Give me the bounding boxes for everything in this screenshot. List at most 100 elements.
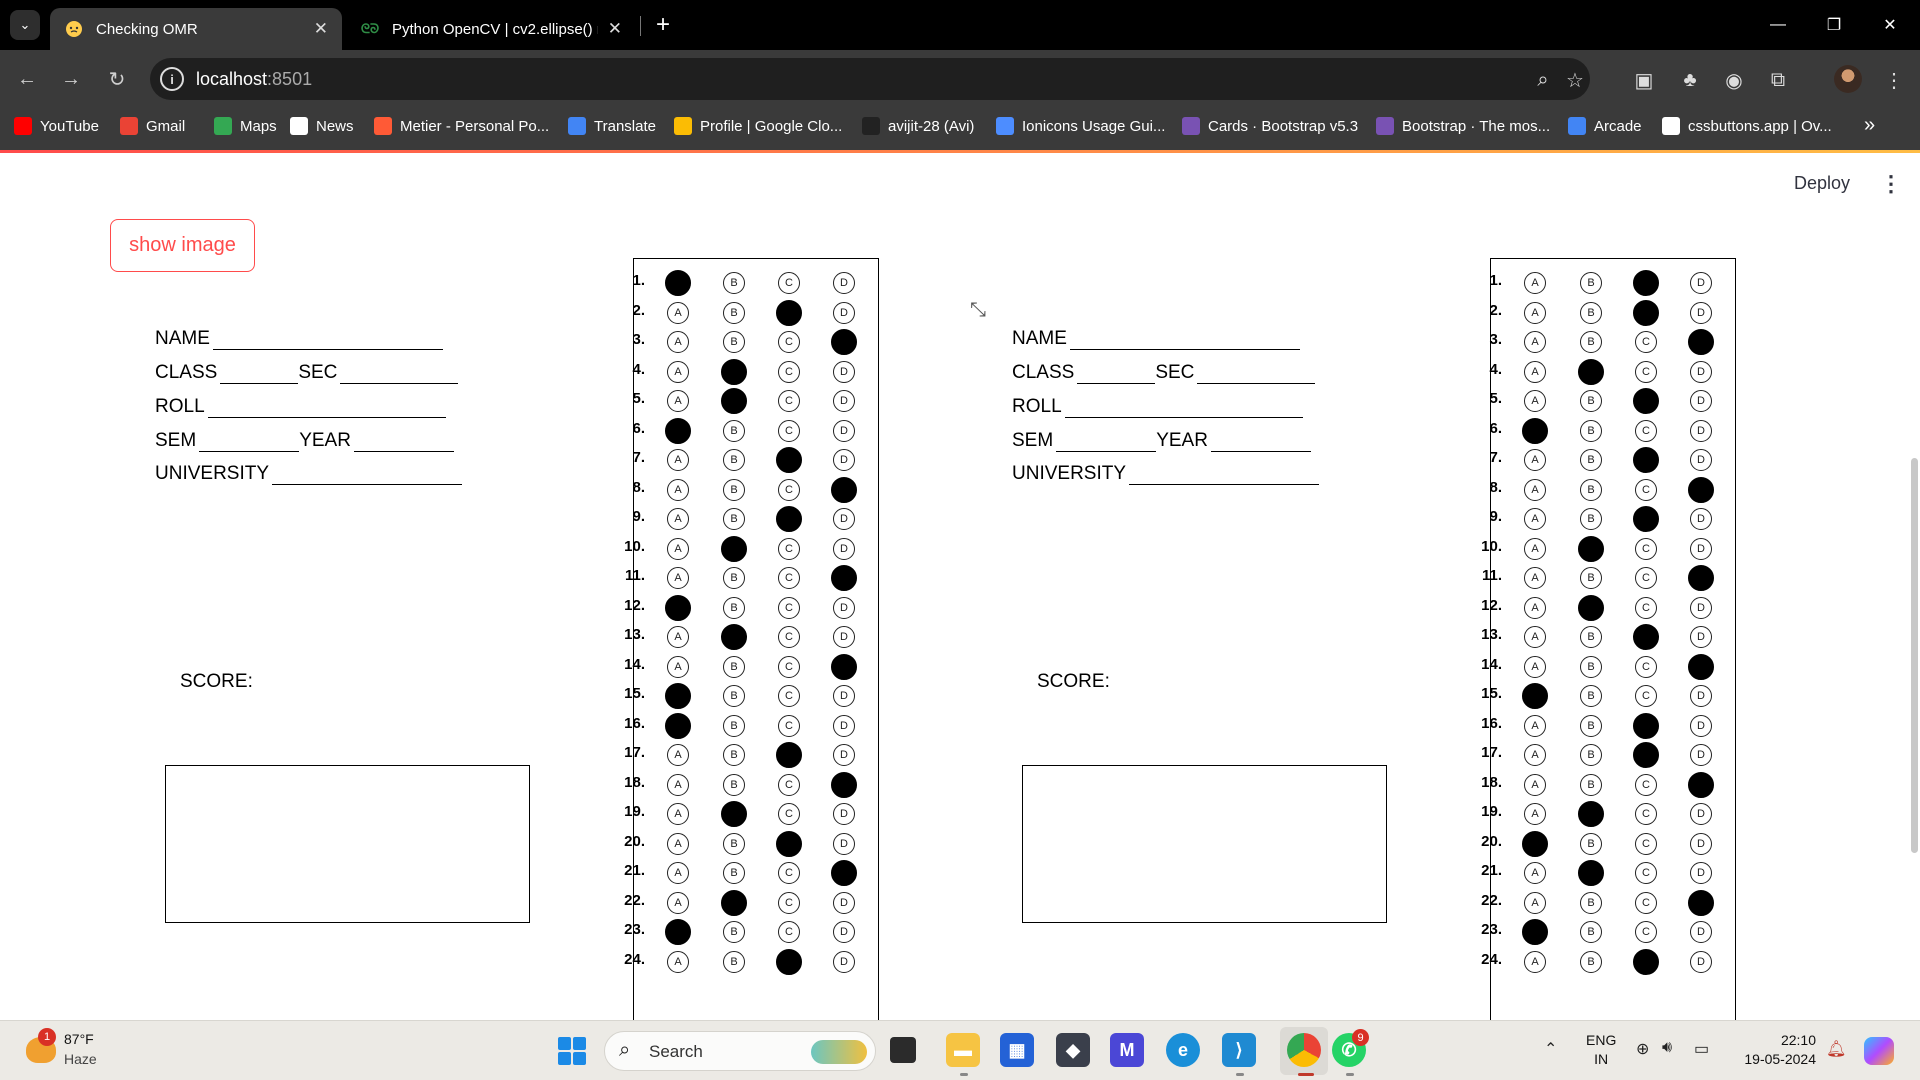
bookmark-item[interactable]: Arcade [1568, 108, 1642, 144]
gfg-icon: ᘓᘐ [360, 21, 380, 36]
bookmark-star-icon[interactable]: ☆ [1562, 67, 1588, 93]
zoom-icon[interactable]: ⌕ [1530, 67, 1556, 93]
unity-hub-icon[interactable]: ◆ [1056, 1033, 1090, 1067]
maps-icon [214, 117, 232, 135]
answer-bubble: D [833, 803, 855, 825]
close-tab-icon[interactable]: ✕ [608, 19, 622, 39]
answer-bubble: B [1580, 921, 1602, 943]
chrome-icon[interactable] [1287, 1033, 1321, 1067]
sem-label: SEM [155, 430, 197, 451]
answer-bubble: A [1524, 272, 1546, 294]
task-view-icon[interactable] [890, 1037, 916, 1063]
start-button[interactable] [558, 1037, 586, 1065]
bookmark-item[interactable]: YouTube [14, 108, 99, 144]
network-icon[interactable]: ⊕ [1636, 1039, 1649, 1059]
system-clock[interactable]: 22:10 19-05-2024 [1736, 1031, 1816, 1069]
answer-bubble [831, 860, 857, 886]
more-bookmarks-icon[interactable]: » [1864, 114, 1875, 137]
input-language[interactable]: ENG IN [1586, 1031, 1616, 1069]
tab-checking-omr[interactable]: Checking OMR ✕ [50, 8, 342, 50]
site-info-icon[interactable]: i [160, 67, 184, 91]
address-bar[interactable]: i localhost:8501 ⌕ ☆ [150, 58, 1590, 100]
answer-bubble: C [778, 921, 800, 943]
mathpix-icon[interactable]: M [1110, 1033, 1144, 1067]
url-text[interactable]: localhost:8501 [196, 69, 312, 90]
bookmark-item[interactable]: Cards · Bootstrap v5.3 [1182, 108, 1358, 144]
close-window-button[interactable]: ✕ [1862, 0, 1918, 50]
answer-bubble: D [1690, 744, 1712, 766]
vscode-icon[interactable]: ⟩ [1222, 1033, 1256, 1067]
main-menu-icon[interactable]: ⋮ [1880, 171, 1902, 197]
bookmark-item[interactable]: Profile | Google Clo... [674, 108, 842, 144]
bookmark-item[interactable]: Metier - Personal Po... [374, 108, 549, 144]
answer-bubble: A [667, 862, 689, 884]
answer-bubble: D [1690, 921, 1712, 943]
question-number: 4. [1489, 360, 1502, 378]
answer-bubble [1688, 476, 1714, 503]
edge-icon[interactable]: e [1166, 1033, 1200, 1067]
question-number: 18. [624, 773, 645, 791]
sec-label: SEC [1155, 362, 1195, 383]
bookmark-item[interactable]: avijit-28 (Avi) [862, 108, 974, 144]
copilot-icon[interactable] [1864, 1037, 1894, 1065]
tab-strip-icon[interactable]: ▣ [1630, 66, 1658, 94]
answer-bubble: C [1635, 478, 1657, 501]
answer-bubble: B [723, 449, 745, 471]
roll-label: ROLL [1012, 396, 1062, 417]
answer-bubble: A [1524, 773, 1546, 796]
answer-bubble: A [667, 508, 689, 530]
bookmark-item[interactable]: Ionicons Usage Gui... [996, 108, 1165, 144]
answer-bubble: A [1524, 950, 1546, 973]
reload-button[interactable]: ↻ [102, 64, 132, 94]
chevron-up-icon[interactable]: ⌃ [1544, 1039, 1557, 1059]
answer-bubble: A [1524, 655, 1546, 678]
question-number: 8. [1489, 478, 1502, 496]
bookmark-item[interactable]: News [290, 108, 354, 144]
answer-bubble: C [1635, 832, 1657, 855]
question-number: 18. [1481, 773, 1502, 791]
bookmark-item[interactable]: Maps [214, 108, 277, 144]
answer-bubble: B [1580, 478, 1602, 501]
file-explorer-icon[interactable]: ▬ [946, 1033, 980, 1067]
restore-button[interactable]: ❐ [1806, 0, 1862, 50]
deploy-button[interactable]: Deploy [1794, 173, 1850, 194]
volume-icon[interactable]: 🔊︎ [1662, 1039, 1672, 1057]
roll-label: ROLL [155, 396, 205, 417]
forward-button[interactable]: → [56, 64, 86, 94]
answer-bubble: B [723, 331, 745, 353]
answer-bubble [721, 388, 747, 414]
tab-search-button[interactable]: ⌄ [10, 10, 40, 40]
page-scrollbar[interactable] [1911, 458, 1918, 853]
taskbar-search[interactable]: ⌕ Search [604, 1031, 876, 1071]
bookmark-item[interactable]: Bootstrap · The mos... [1376, 108, 1550, 144]
answer-bubble: D [1690, 714, 1712, 737]
running-indicator [1346, 1073, 1354, 1076]
question-number: 1. [632, 272, 645, 289]
new-tab-button[interactable]: + [648, 10, 678, 40]
chrome-menu-icon[interactable]: ⋮ [1880, 66, 1908, 94]
answer-bubble: A [667, 390, 689, 412]
tab-python-opencv[interactable]: ᘓᘐ Python OpenCV | cv2.ellipse() m ✕ [346, 8, 636, 50]
microsoft-store-icon[interactable]: ▦ [1000, 1033, 1034, 1067]
minimize-button[interactable]: — [1750, 0, 1806, 50]
bookmark-item[interactable]: Translate [568, 108, 656, 144]
screenshot-extension-icon[interactable]: ◉ [1720, 66, 1748, 94]
back-button[interactable]: ← [12, 64, 42, 94]
answer-bubble [721, 889, 747, 916]
profile-avatar[interactable] [1834, 65, 1862, 93]
bookmark-item[interactable]: cssbuttons.app | Ov... [1662, 108, 1832, 144]
year-label: YEAR [1156, 430, 1208, 451]
notification-bell-icon[interactable]: 🔔︎ [1826, 1039, 1846, 1059]
answer-bubble: A [667, 360, 689, 383]
answer-bubble [665, 594, 691, 621]
bookmark-item[interactable]: Gmail [120, 108, 185, 144]
answer-bubble: C [1635, 862, 1657, 884]
question-number: 11. [624, 567, 645, 584]
bookmark-label: Gmail [146, 117, 186, 135]
region-code: IN [1594, 1051, 1609, 1067]
bookmark-label: Profile | Google Clo... [700, 117, 843, 135]
close-tab-icon[interactable]: ✕ [314, 19, 328, 39]
battery-icon[interactable]: ▭ [1694, 1039, 1709, 1059]
extensions-puzzle-icon[interactable]: ⧉ [1764, 66, 1792, 94]
tree-extension-icon[interactable]: ♣ [1676, 66, 1704, 94]
